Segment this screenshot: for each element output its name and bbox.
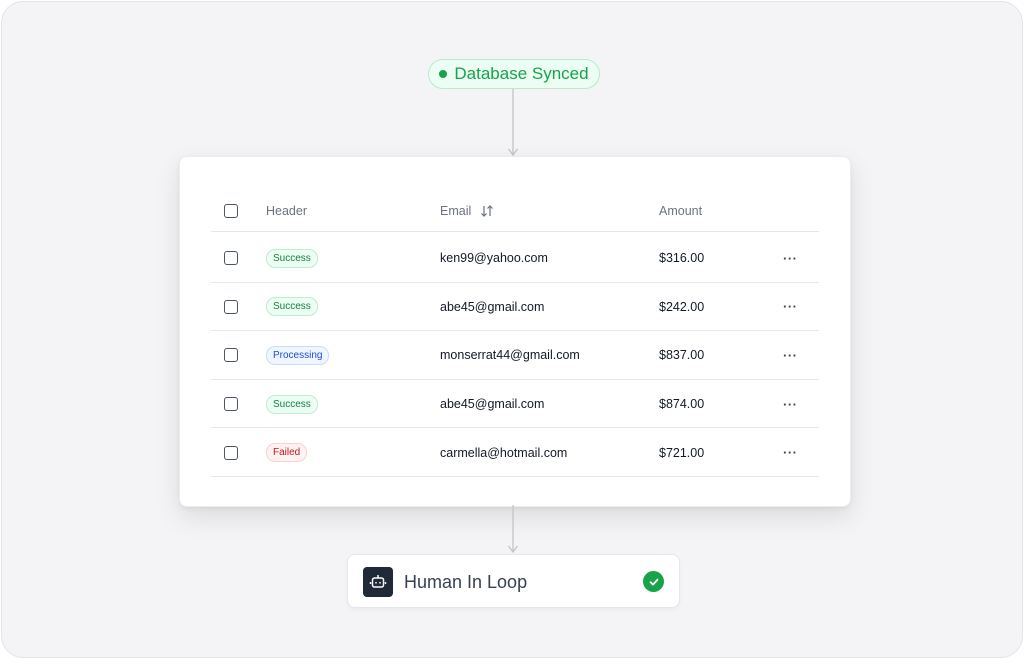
email-cell: carmella@hotmail.com xyxy=(440,445,568,460)
table-row[interactable]: Success abe45@gmail.com $874.00 ··· xyxy=(180,380,850,429)
amount-cell: $721.00 xyxy=(659,445,705,460)
select-all-checkbox[interactable] xyxy=(224,201,238,221)
status-badge: Processing xyxy=(266,345,330,365)
row-actions-button[interactable]: ··· xyxy=(783,234,798,283)
check-circle-icon xyxy=(643,571,664,592)
connector-arrow-bottom xyxy=(507,505,519,554)
status-cell: Success xyxy=(266,234,318,283)
column-header-amount[interactable]: Amount xyxy=(659,201,702,221)
table-row[interactable]: Success abe45@gmail.com $242.00 ··· xyxy=(180,283,850,332)
robot-icon xyxy=(363,567,393,597)
payments-table-card: Header Email Amount Success ken99@yahoo.c… xyxy=(179,156,851,507)
table-row[interactable]: Success ken99@yahoo.com $316.00 ··· xyxy=(180,234,850,283)
column-header-email[interactable]: Email xyxy=(440,201,494,221)
status-cell: Success xyxy=(266,283,318,332)
row-actions-button[interactable]: ··· xyxy=(783,331,798,380)
email-cell: monserrat44@gmail.com xyxy=(440,348,580,363)
table-row[interactable]: Processing monserrat44@gmail.com $837.00 ··… xyxy=(180,331,850,380)
row-checkbox[interactable] xyxy=(224,283,238,332)
human-in-loop-label: Human In Loop xyxy=(404,571,528,592)
status-badge: Success xyxy=(266,248,318,268)
email-cell: abe45@gmail.com xyxy=(440,299,545,314)
row-checkbox[interactable] xyxy=(224,428,238,477)
header-divider xyxy=(211,231,819,232)
row-actions-button[interactable]: ··· xyxy=(783,428,798,477)
amount-cell: $874.00 xyxy=(659,397,705,412)
row-checkbox[interactable] xyxy=(224,234,238,283)
amount-cell: $316.00 xyxy=(659,251,705,266)
table-row[interactable]: Failed carmella@hotmail.com $721.00 ··· xyxy=(180,428,850,477)
status-cell: Processing xyxy=(266,331,330,380)
status-cell: Success xyxy=(266,380,318,429)
status-badge: Success xyxy=(266,394,318,414)
email-cell: ken99@yahoo.com xyxy=(440,251,548,266)
row-actions-button[interactable]: ··· xyxy=(783,283,798,332)
amount-cell: $242.00 xyxy=(659,299,705,314)
workflow-canvas: Database Synced Header Email Amount Succ… xyxy=(1,1,1023,658)
row-checkbox[interactable] xyxy=(224,331,238,380)
status-badge: Failed xyxy=(266,443,308,463)
amount-cell: $837.00 xyxy=(659,348,705,363)
status-dot-icon xyxy=(439,70,448,78)
human-in-loop-node[interactable]: Human In Loop xyxy=(347,554,680,608)
column-header-header[interactable]: Header xyxy=(266,201,307,221)
row-divider xyxy=(211,476,819,477)
sort-arrows-icon[interactable] xyxy=(480,204,494,218)
row-checkbox[interactable] xyxy=(224,380,238,429)
row-actions-button[interactable]: ··· xyxy=(783,380,798,429)
column-header-email-label: Email xyxy=(440,204,472,218)
status-cell: Failed xyxy=(266,428,308,477)
connector-arrow-top xyxy=(507,89,519,157)
database-synced-label: Database Synced xyxy=(454,64,589,83)
email-cell: abe45@gmail.com xyxy=(440,397,545,412)
status-badge: Success xyxy=(266,297,318,317)
database-synced-badge: Database Synced xyxy=(428,59,600,89)
